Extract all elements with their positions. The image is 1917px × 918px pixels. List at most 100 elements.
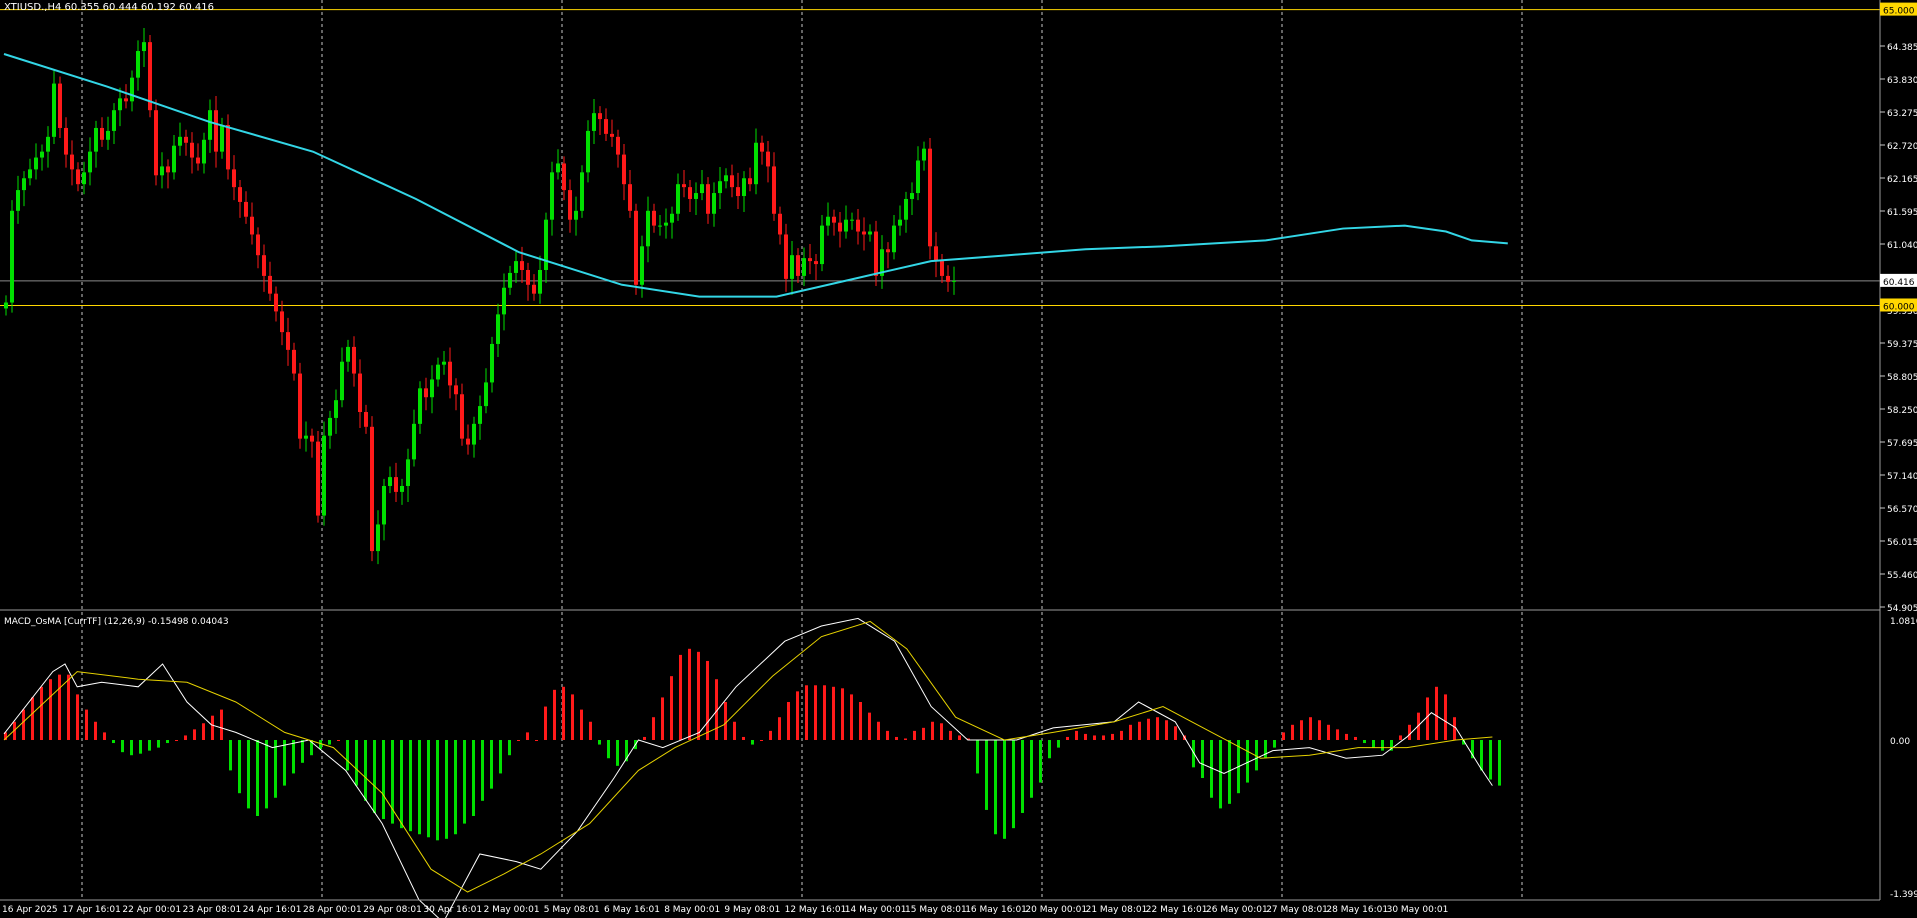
candle-body — [472, 423, 476, 445]
osma-bar — [22, 709, 25, 740]
time-label: 26 May 00:01 — [1206, 905, 1268, 915]
osma-bar — [1138, 721, 1141, 740]
osma-bar — [454, 740, 457, 835]
candle-body — [298, 373, 302, 439]
osma-bar — [472, 740, 475, 816]
time-label: 27 May 08:01 — [1266, 905, 1328, 915]
candle-body — [334, 400, 338, 418]
candle-body — [748, 178, 752, 185]
osma-bar — [868, 712, 871, 740]
indicator-header: MACD_OsMA [CurrTF] (12,26,9) -0.15498 0.… — [4, 617, 229, 627]
osma-bar — [283, 740, 286, 786]
osma-bar — [1174, 726, 1177, 740]
osma-bar — [1363, 740, 1366, 744]
candle-body — [796, 255, 800, 276]
osma-bar — [499, 740, 502, 774]
time-label: 30 Apr 16:01 — [423, 905, 482, 915]
osma-bar — [751, 740, 754, 745]
time-label: 20 May 00:01 — [1025, 905, 1087, 915]
candle-body — [760, 142, 764, 152]
candle-body — [484, 382, 488, 407]
osma-bar — [706, 660, 709, 740]
osma-bar — [1435, 686, 1438, 740]
osma-bar — [301, 740, 304, 763]
candle-body — [724, 175, 728, 182]
osma-bar — [589, 721, 592, 740]
time-label: 16 May 16:01 — [965, 905, 1027, 915]
osma-bar — [1282, 732, 1285, 740]
candle-body — [490, 343, 494, 383]
candle-body — [358, 373, 362, 413]
candle-body — [832, 216, 836, 223]
osma-bar — [1147, 718, 1150, 740]
candle-body — [364, 412, 368, 427]
osma-bar — [823, 685, 826, 740]
osma-bar — [1111, 733, 1114, 740]
candle-body — [184, 136, 188, 143]
osma-bar — [1426, 697, 1429, 740]
candle-body — [814, 261, 818, 265]
osma-bar — [1021, 740, 1024, 813]
osma-bar — [643, 736, 646, 740]
osma-bar — [337, 740, 340, 741]
candle-body — [736, 187, 740, 197]
candle-body — [274, 293, 278, 312]
candle-body — [436, 364, 440, 380]
osma-bar — [175, 740, 178, 741]
osma-bar — [760, 740, 763, 741]
osma-bar — [67, 674, 70, 740]
candle-body — [856, 219, 860, 232]
candle-body — [34, 157, 38, 170]
osma-bar — [1354, 736, 1357, 740]
osma-bar — [895, 736, 898, 740]
osma-bar — [166, 740, 169, 744]
osma-bar — [1228, 740, 1231, 804]
time-label: 21 May 08:01 — [1086, 905, 1148, 915]
osma-bar — [1408, 724, 1411, 740]
candle-body — [670, 213, 674, 223]
time-label: 17 Apr 16:01 — [62, 905, 121, 915]
osma-bar — [562, 686, 565, 740]
candle-body — [400, 485, 404, 492]
osma-bar — [994, 740, 997, 835]
candle-body — [712, 193, 716, 214]
candle-body — [622, 154, 626, 185]
osma-bar — [247, 740, 250, 809]
candle-body — [10, 210, 14, 303]
candle-body — [382, 485, 386, 525]
candle-body — [346, 346, 350, 362]
candle-body — [190, 142, 194, 158]
candle-body — [418, 388, 422, 424]
candle-body — [70, 154, 74, 170]
candle-body — [682, 184, 686, 188]
time-label: 29 Apr 08:01 — [363, 905, 422, 915]
osma-bar — [1489, 740, 1492, 780]
candle-body — [754, 142, 758, 185]
time-label: 5 May 08:01 — [544, 905, 600, 915]
time-label: 22 May 16:01 — [1146, 905, 1208, 915]
candle-body — [136, 51, 140, 78]
candle-body — [370, 426, 374, 552]
osma-bar — [1498, 740, 1501, 786]
candle-body — [226, 125, 230, 170]
osma-bar — [580, 709, 583, 740]
time-label: 24 Apr 16:01 — [243, 905, 302, 915]
candle-body — [142, 42, 146, 52]
candle-body — [532, 284, 536, 294]
candle-body — [628, 184, 632, 211]
price-chart[interactable]: 64.385 63.830 63.275 62.720 62.165 61.595 61.0… — [0, 0, 1917, 918]
price-tick-label: 57.140 — [1887, 472, 1917, 482]
candle-body — [742, 178, 746, 197]
price-tick-label: 56.570 — [1887, 505, 1917, 515]
candle-body — [820, 225, 824, 265]
osma-bar — [409, 740, 412, 832]
candle-body — [640, 246, 644, 285]
osma-bar — [832, 686, 835, 740]
price-tick-label: 61.040 — [1887, 241, 1917, 251]
candle-body — [514, 261, 518, 273]
osma-bar — [1345, 733, 1348, 740]
candle-body — [130, 77, 134, 102]
indicator-tick-label: -1.39953 — [1890, 890, 1917, 900]
osma-bar — [238, 740, 241, 794]
candle-body — [916, 160, 920, 194]
